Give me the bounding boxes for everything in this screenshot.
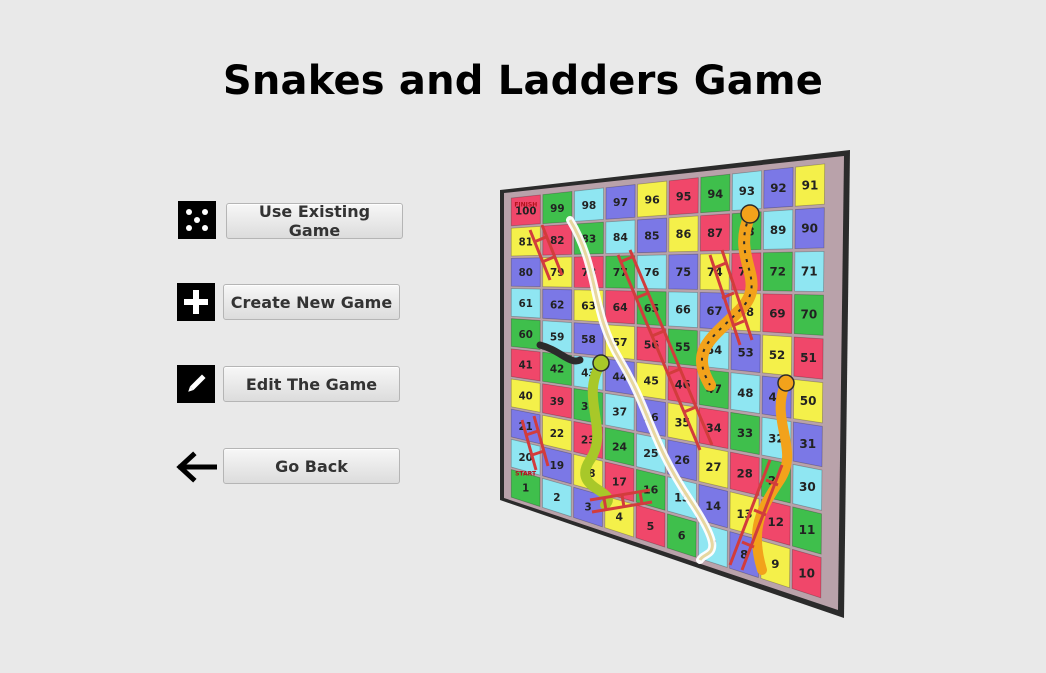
board-cell-number: 37	[612, 406, 627, 419]
board-cell-number: 75	[675, 266, 691, 279]
board-cell-number: 91	[802, 178, 819, 192]
board-cell-number: 26	[674, 454, 690, 467]
board-cell-number: 53	[738, 345, 754, 359]
board-cell-number: 69	[769, 306, 785, 320]
board-cell-number: 25	[643, 447, 658, 460]
board-cell-number: 94	[707, 187, 723, 201]
start-label: START	[515, 471, 537, 478]
board-cell-number: 27	[706, 460, 722, 474]
board-cell-number: 66	[675, 303, 691, 316]
board-cell-number: 41	[519, 361, 533, 372]
board-cell-number: 12	[767, 515, 783, 529]
board-cell-number: 24	[612, 440, 628, 453]
board-cell-number: 14	[705, 499, 721, 513]
board-cell-number: 60	[519, 330, 533, 341]
board-cell-number: 89	[770, 223, 786, 237]
board-cell-number: 51	[800, 351, 817, 365]
board-cell-number: 55	[675, 341, 691, 354]
board-cell-number: 87	[707, 226, 723, 240]
board-cell-number: 84	[613, 231, 629, 244]
create-new-game-button[interactable]: Create New Game	[223, 284, 400, 320]
board-cell-number: 22	[550, 428, 564, 440]
board-cell-number: 86	[676, 228, 692, 241]
board-cell-number: 5	[647, 520, 655, 533]
board-cell-number: 67	[707, 304, 723, 318]
board-cell-number: 97	[613, 196, 628, 209]
board-cell-number: 71	[801, 265, 818, 279]
board-cell-number: 64	[613, 301, 629, 314]
board-cell-number: 80	[519, 268, 533, 279]
board-cell-number: 81	[519, 237, 533, 248]
dice-icon	[178, 201, 216, 239]
board-cell-number: 92	[770, 181, 786, 195]
board-cell-number: 40	[519, 391, 533, 402]
board-cell-number: 42	[550, 364, 564, 376]
board-cell-number: 96	[644, 193, 660, 206]
edit-game-button[interactable]: Edit The Game	[223, 366, 400, 402]
board-cell-number: 1	[522, 484, 529, 495]
board-cell-number: 31	[799, 437, 816, 451]
board-cell-number: 2	[553, 492, 560, 504]
board-cell-number: 33	[737, 426, 753, 440]
board-cell-number: 28	[737, 467, 753, 481]
go-back-button[interactable]: Go Back	[223, 448, 400, 484]
board-cell-number: 95	[676, 191, 692, 204]
board-cell-number: 52	[769, 348, 785, 362]
board-cell-number: 82	[550, 235, 564, 247]
board-cell-number: 6	[678, 529, 686, 542]
board-cell-number: 85	[644, 230, 659, 243]
board-cell-number: 39	[550, 396, 564, 408]
board-cell-number: 45	[644, 375, 659, 388]
board-cell-number: 59	[550, 331, 564, 343]
use-existing-game-button[interactable]: Use Existing Game	[226, 202, 403, 240]
board-cell-number: 98	[582, 200, 597, 212]
plus-icon	[177, 283, 215, 321]
finish-label: FINISH	[514, 201, 537, 208]
board-cell-number: 70	[801, 308, 818, 322]
board-cell-number: 48	[737, 386, 753, 400]
board-cell-number: 10	[798, 566, 815, 580]
board-cell-number: 3	[584, 502, 591, 514]
arrow-left-icon	[175, 448, 218, 486]
pencil-icon	[177, 365, 215, 403]
board-cell-number: 93	[739, 184, 755, 198]
page-title: Snakes and Ladders Game	[222, 58, 824, 104]
board-cell-number: 76	[644, 266, 660, 279]
board-cell-number: 90	[801, 221, 818, 235]
board-cell-number: 50	[800, 394, 817, 408]
board-cell-number: 4	[616, 510, 624, 523]
board-cell-number: 72	[770, 265, 786, 279]
board-cell-number: 99	[550, 203, 564, 215]
board-cell-number: 11	[799, 523, 816, 537]
board-cell-number: 9	[771, 557, 779, 571]
board-cell-number: 19	[550, 460, 564, 472]
game-board-image: 100 99 98 97 96 95 94 93 92 91 81 82 83 84 85 86 87 88 89 9…	[500, 150, 852, 620]
board-cell-number: 62	[550, 299, 564, 311]
board-cell-number: 30	[799, 480, 816, 494]
board-cell-number: 58	[581, 334, 596, 346]
board-cell-number: 17	[612, 475, 627, 488]
board-cell-number: 61	[519, 299, 533, 310]
